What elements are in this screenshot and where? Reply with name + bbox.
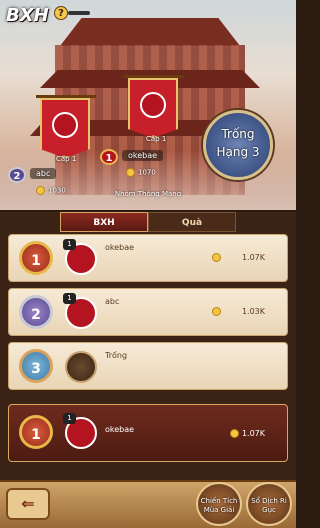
row-score: 1.03K [212,307,265,316]
record-book-button[interactable]: Sổ Dịch Ri Gục [246,482,292,526]
rank-two-medal-icon: 2 [8,167,26,183]
avatar: 1 [63,413,97,449]
seal-line1: Trống [221,127,255,141]
table-row[interactable]: 2 1 abc 1.03K [8,288,288,336]
coin-icon [126,168,135,177]
second-name: abc [30,168,57,179]
third-place-seal: Trống Hạng 3 [203,110,273,180]
dragon-emblem-icon [52,112,78,138]
avatar-level-badge: 1 [63,413,76,424]
row-name: okebae [105,425,135,434]
season-achievements-button[interactable]: Chiến Tích Mùa Giải [196,482,242,526]
row-name: abc [105,297,120,306]
tab-bar: BXH Quà [60,212,236,232]
row-name: okebae [105,243,135,252]
my-rank-row: 1 1 okebae 1.07K [8,404,288,462]
table-row[interactable]: 3 Trống [8,342,288,390]
first-name: okebae [122,150,164,161]
avatar: 1 [63,293,97,329]
row-score: 1.07K [229,429,265,438]
first-level: Cấp 1 [146,135,167,143]
group-label: Nhóm Thông Mạng [114,190,182,198]
rank-medal-icon: 2 [19,295,53,329]
banner-pole-center [124,75,184,78]
banner-first [128,78,178,138]
rank-one-medal-icon: 1 [100,149,118,165]
rank-medal-icon: 3 [19,349,53,383]
palace-roof [60,18,240,46]
table-row[interactable]: 1 1 okebae 1.07K [8,234,288,282]
title-bar-decor [68,11,90,15]
avatar: 1 [63,239,97,275]
dragon-emblem-icon [140,92,166,118]
banner-second [40,98,90,158]
coin-icon [212,307,222,316]
help-icon[interactable]: ? [54,6,68,20]
avatar-level-badge: 1 [63,293,76,304]
avatar-level-badge: 1 [63,239,76,250]
second-level: Cấp 1 [56,155,77,163]
coin-icon [229,429,239,438]
tab-qua[interactable]: Quà [148,212,236,232]
seal-line2: Hạng 3 [216,145,260,159]
first-score: 1070 [126,168,156,177]
rank-medal-icon: 1 [19,241,53,275]
back-button[interactable]: ⇐ [6,488,50,520]
avatar-empty [65,351,97,383]
page-title: BXH [6,5,49,26]
banner-pole-left [36,95,96,98]
rank-medal-icon: 1 [19,415,53,449]
tab-bxh[interactable]: BXH [60,212,148,232]
row-score: 1.07K [212,253,265,262]
row-name: Trống [105,351,128,360]
coin-icon [212,253,222,262]
